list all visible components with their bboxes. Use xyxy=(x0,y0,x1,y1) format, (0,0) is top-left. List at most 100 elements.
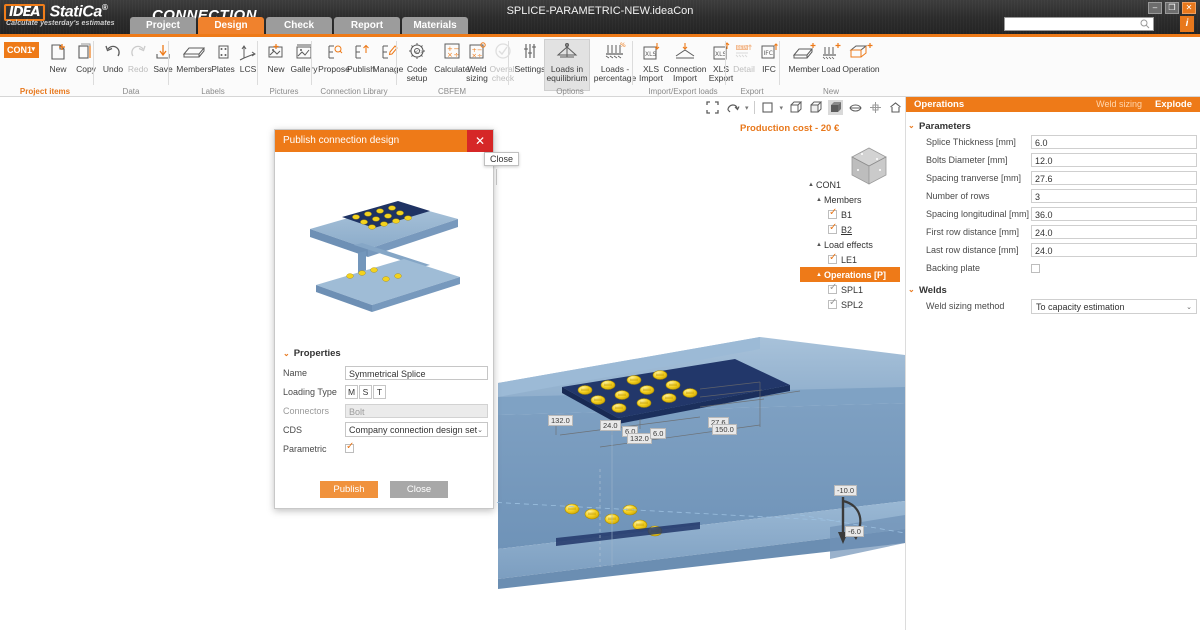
first-row-distance-input[interactable]: 24.0 xyxy=(1031,225,1197,239)
tab-check[interactable]: Check xyxy=(266,17,332,34)
property-row-name: Name Symmetrical Splice xyxy=(283,365,488,380)
tree-node-label: B1 xyxy=(841,210,852,220)
visibility-checkbox[interactable] xyxy=(828,210,837,219)
weld-sizing-method-label: Weld sizing method xyxy=(926,301,1031,311)
ribbon-separator xyxy=(508,41,509,85)
ribbon-separator xyxy=(779,41,780,85)
bolts-diameter-input[interactable]: 12.0 xyxy=(1031,153,1197,167)
loading-type-m[interactable]: M xyxy=(345,385,358,399)
ribbon-group-project-items: CON1▾ New Copy Project items xyxy=(0,37,90,97)
rotate-chevron-down-icon[interactable]: ▾ xyxy=(745,104,749,112)
loading-type-s[interactable]: S xyxy=(359,385,372,399)
chevron-down-icon: ⌄ xyxy=(477,423,483,438)
tree-node-b1[interactable]: B1 xyxy=(800,207,900,222)
cds-select[interactable]: Company connection design set⌄ xyxy=(345,422,488,437)
ribbon-group-label-data: Data xyxy=(96,87,166,96)
tree-node-le1[interactable]: LE1 xyxy=(800,252,900,267)
crop-icon[interactable] xyxy=(760,100,775,115)
ribbon-separator xyxy=(632,41,633,85)
parameters-header[interactable]: ⌄Parameters xyxy=(906,121,1200,132)
svg-text:×: × xyxy=(447,51,453,59)
splice-thickness-input[interactable]: 6.0 xyxy=(1031,135,1197,149)
ribbon-separator xyxy=(93,41,94,85)
loading-type-t[interactable]: T xyxy=(373,385,386,399)
search-input[interactable] xyxy=(1004,17,1154,31)
solid-icon[interactable] xyxy=(828,100,843,115)
ribbon-group-label-import-export: Import/Export loads xyxy=(634,87,732,96)
svg-text:</>: </> xyxy=(414,50,424,56)
maximize-button[interactable]: ❐ xyxy=(1165,2,1179,14)
connection-import-button[interactable]: ConnectionImport xyxy=(662,40,708,83)
tree-node-b2[interactable]: B2 xyxy=(800,222,900,237)
spacing-longitudinal-input[interactable]: 36.0 xyxy=(1031,207,1197,221)
home-icon[interactable] xyxy=(888,100,903,115)
loading-type-toggle-group: M S T xyxy=(345,385,386,399)
tree-node-members[interactable]: ▲ Members xyxy=(800,192,900,207)
expand-arrow-icon[interactable]: ▲ xyxy=(814,242,824,248)
main-tabs: Project Design Check Report Materials xyxy=(130,17,468,34)
toolbar-divider xyxy=(754,101,755,114)
tree-node-con1[interactable]: ▲ CON1 xyxy=(800,177,900,192)
fit-to-screen-icon[interactable] xyxy=(705,100,720,115)
tree-node-spl1[interactable]: SPL1 xyxy=(800,282,900,297)
parameter-row-number-of-rows: Number of rows 3 xyxy=(906,188,1200,204)
explode-link[interactable]: Explode xyxy=(1155,99,1192,110)
tree-node-load-effects[interactable]: ▲ Load effects xyxy=(800,237,900,252)
tab-materials[interactable]: Materials xyxy=(402,17,468,34)
svg-text:÷: ÷ xyxy=(454,51,460,59)
parametric-checkbox[interactable] xyxy=(345,444,354,453)
visibility-checkbox[interactable] xyxy=(828,255,837,264)
parameter-row-splice-thickness: Splice Thickness [mm] 6.0 xyxy=(906,134,1200,150)
weld-sizing-link[interactable]: Weld sizing xyxy=(1096,99,1142,109)
parameter-label: First row distance [mm] xyxy=(926,227,1031,237)
crop-chevron-down-icon[interactable]: ▾ xyxy=(780,104,784,112)
dialog-close-icon[interactable]: ✕ xyxy=(467,130,493,152)
publish-dialog-button[interactable]: Publish xyxy=(320,481,378,498)
hidden-line-icon[interactable] xyxy=(808,100,823,115)
expand-arrow-icon[interactable]: ▲ xyxy=(806,182,816,188)
operations-panel-header: Operations Weld sizing Explode xyxy=(906,97,1200,112)
last-row-distance-input[interactable]: 24.0 xyxy=(1031,243,1197,257)
visibility-checkbox[interactable] xyxy=(828,285,837,294)
close-button[interactable]: ✕ xyxy=(1182,2,1196,14)
new-operation-button[interactable]: Operation xyxy=(838,40,884,74)
visibility-checkbox[interactable] xyxy=(828,300,837,309)
number-of-rows-input[interactable]: 3 xyxy=(1031,189,1197,203)
properties-header[interactable]: ⌄Properties xyxy=(283,348,488,359)
spacing-transverse-input[interactable]: 27.6 xyxy=(1031,171,1197,185)
welds-section: ⌄Welds Weld sizing method To capacity es… xyxy=(906,285,1200,314)
welds-header[interactable]: ⌄Welds xyxy=(906,285,1200,296)
operations-panel-title: Operations xyxy=(914,99,964,110)
transparency-icon[interactable] xyxy=(848,100,863,115)
expand-arrow-icon[interactable]: ▲ xyxy=(814,197,824,203)
parameter-label: Splice Thickness [mm] xyxy=(926,137,1031,147)
tab-report[interactable]: Report xyxy=(334,17,400,34)
ribbon-group-new: Member Load Operation New xyxy=(781,37,881,97)
tab-design[interactable]: Design xyxy=(198,17,264,34)
name-input[interactable]: Symmetrical Splice xyxy=(345,366,488,380)
section-icon[interactable] xyxy=(868,100,883,115)
settings-button[interactable]: Settings xyxy=(513,40,547,74)
logo-tagline: Calculate yesterday's estimates xyxy=(6,20,115,27)
tree-node-label: SPL1 xyxy=(841,285,863,295)
backing-plate-checkbox[interactable] xyxy=(1031,264,1040,273)
ribbon-group-import-export: XLS XLSImport ConnectionImport XLS XLSEx… xyxy=(634,37,732,97)
connection-selector[interactable]: CON1▾ xyxy=(4,42,39,58)
loads-in-equilibrium-button[interactable]: Loads inequilibrium xyxy=(544,39,590,91)
property-row-loading-type: Loading Type M S T xyxy=(283,384,488,399)
tree-node-label: Members xyxy=(824,195,862,205)
info-button[interactable]: i xyxy=(1180,16,1194,32)
chevron-down-icon: ⌄ xyxy=(283,349,290,358)
expand-arrow-icon[interactable]: ▲ xyxy=(814,272,824,278)
wireframe-icon[interactable] xyxy=(788,100,803,115)
weld-sizing-method-select[interactable]: To capacity estimation⌄ xyxy=(1031,299,1197,314)
rotate-icon[interactable] xyxy=(725,100,740,115)
tree-node-spl2[interactable]: SPL2 xyxy=(800,297,900,312)
tree-node-operations[interactable]: ▲ Operations [P] xyxy=(800,267,900,282)
parameters-section: ⌄Parameters Splice Thickness [mm] 6.0 Bo… xyxy=(906,121,1200,276)
ribbon-group-label-new: New xyxy=(781,87,881,96)
close-dialog-button[interactable]: Close xyxy=(390,481,448,498)
minimize-button[interactable]: – xyxy=(1148,2,1162,14)
visibility-checkbox[interactable] xyxy=(828,225,837,234)
tab-project[interactable]: Project xyxy=(130,17,196,34)
